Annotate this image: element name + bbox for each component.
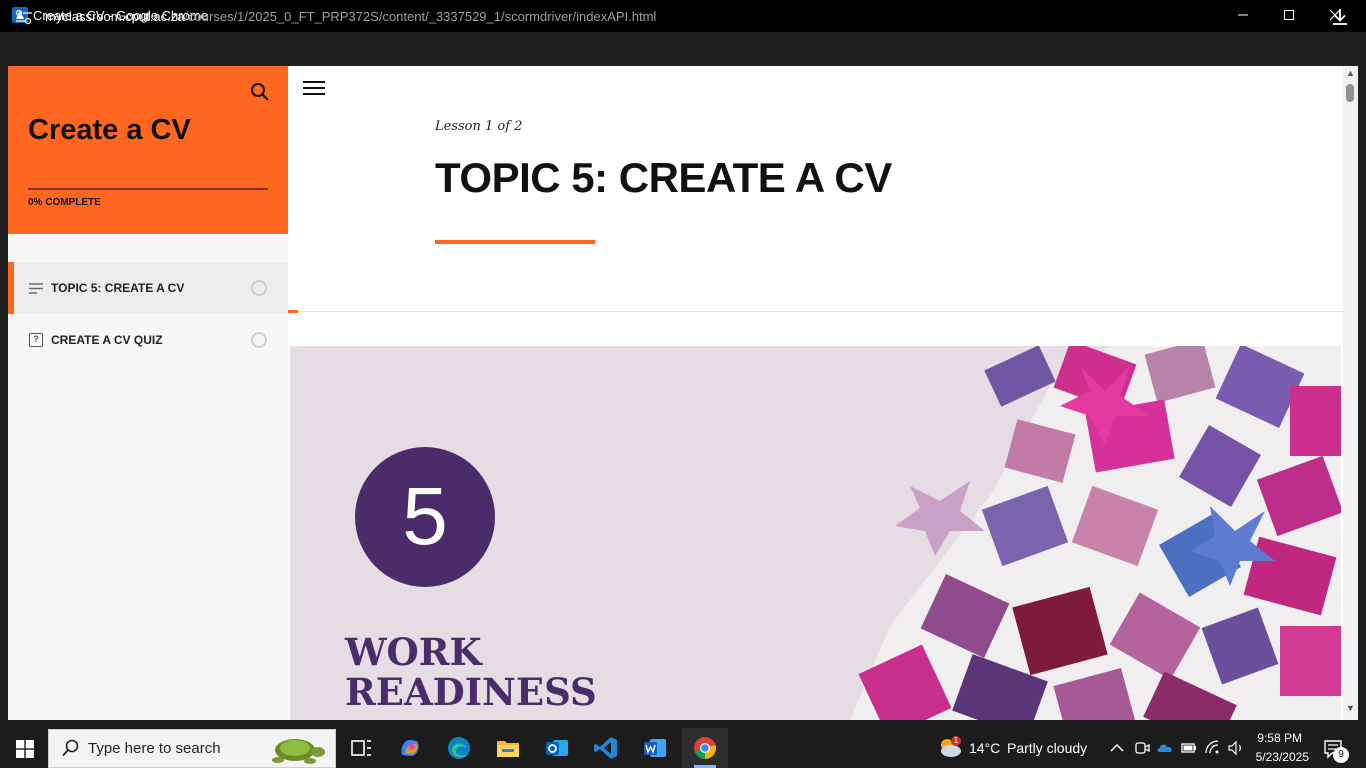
meet-now-icon[interactable] <box>1133 739 1151 757</box>
volume-icon[interactable] <box>1227 739 1245 757</box>
menu-icon[interactable] <box>303 80 325 98</box>
lesson-title: TOPIC 5: CREATE A CV <box>435 154 892 201</box>
sidebar-header <box>8 66 288 234</box>
course-title: Create a CV <box>28 114 191 146</box>
scrollbar-thumb[interactable] <box>1346 84 1354 102</box>
site-settings-icon[interactable] <box>14 8 34 26</box>
minimize-button[interactable] <box>1220 0 1266 32</box>
copilot-icon[interactable] <box>397 735 423 761</box>
show-hidden-icons-chevron-icon[interactable] <box>1108 739 1126 757</box>
minimize-icon <box>1238 14 1248 16</box>
topic-number-badge: 5 <box>355 447 495 587</box>
address-bar <box>0 32 1366 66</box>
url-path: /courses/1/2025_0_FT_PRP372S/content/_33… <box>184 9 657 24</box>
download-icon[interactable] <box>1330 7 1350 27</box>
lesson-lines-icon <box>29 283 43 294</box>
task-view-icon[interactable] <box>348 735 374 761</box>
sidebar-item-label: CREATE A CV QUIZ <box>51 333 163 347</box>
title-underline <box>435 240 595 244</box>
url-field[interactable]: myclassroom.cput.ac.za/courses/1/2025_0_… <box>45 9 656 24</box>
progress-bar <box>28 188 268 190</box>
status-circle-icon <box>251 332 267 348</box>
scroll-up-icon[interactable]: ▲ <box>1346 68 1355 78</box>
sidebar-item-label: TOPIC 5: CREATE A CV <box>51 281 185 295</box>
search-icon[interactable] <box>250 82 270 102</box>
weather-temperature[interactable]: 14°C <box>969 740 1000 756</box>
weather-condition[interactable]: Partly cloudy <box>1007 740 1087 756</box>
file-explorer-icon[interactable] <box>495 735 521 761</box>
lesson-divider <box>288 311 1343 312</box>
vscode-icon[interactable] <box>593 735 619 761</box>
edge-icon[interactable] <box>446 735 472 761</box>
window-frame-left <box>0 66 8 720</box>
lesson-progress-indicator <box>288 310 298 313</box>
chrome-icon <box>694 737 716 759</box>
onedrive-cloud-icon[interactable] <box>1156 739 1174 757</box>
active-indicator <box>8 262 14 314</box>
weather-badge: 1 <box>953 736 959 745</box>
page-scrollbar[interactable] <box>1343 66 1358 720</box>
scroll-down-icon[interactable]: ▼ <box>1346 703 1355 713</box>
maximize-icon <box>1284 10 1294 20</box>
search-icon <box>62 739 79 757</box>
window-bottom-frame <box>0 720 1366 728</box>
lesson-counter: Lesson 1 of 2 <box>435 119 523 134</box>
banner-title-line1: WORK <box>345 630 482 674</box>
outlook-icon[interactable] <box>544 735 570 761</box>
battery-plugged-icon[interactable] <box>1180 739 1198 757</box>
clock-time[interactable]: 9:58 PM <box>1256 731 1302 745</box>
clock-date[interactable]: 5/23/2025 <box>1253 750 1309 764</box>
taskbar-search-placeholder: Type here to search <box>88 740 221 757</box>
windows-start-icon[interactable] <box>16 740 34 758</box>
maximize-button[interactable] <box>1266 0 1312 32</box>
quiz-icon: ? <box>29 333 43 347</box>
status-circle-icon <box>251 280 267 296</box>
banner-title-line2: READINESS <box>345 670 597 714</box>
word-icon[interactable] <box>642 735 668 761</box>
wifi-icon[interactable] <box>1204 739 1222 757</box>
url-host: myclassroom.cput.ac.za <box>45 9 185 24</box>
notification-count-badge: 9 <box>1333 747 1349 763</box>
progress-label: 0% COMPLETE <box>28 197 101 208</box>
window-frame-right <box>1358 66 1366 720</box>
turtle-illustration-icon <box>272 739 325 764</box>
